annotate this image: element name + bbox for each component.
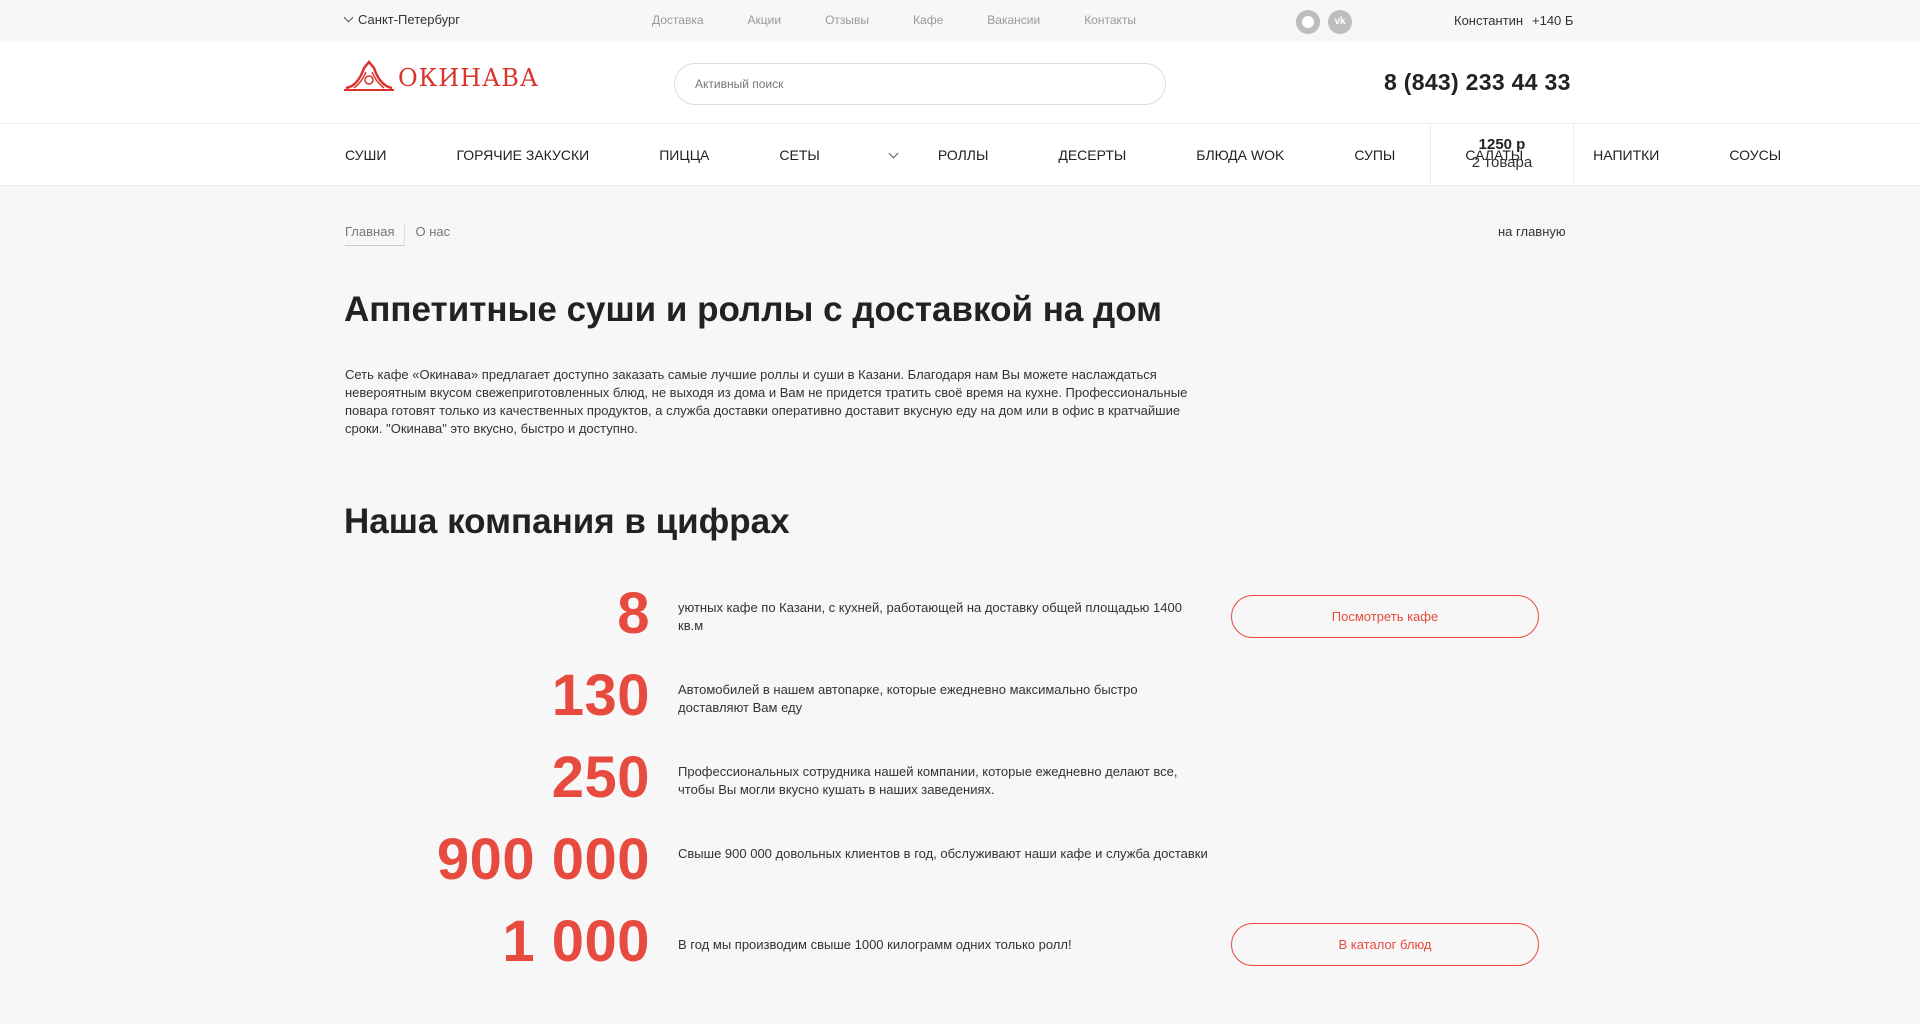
social-links: vk bbox=[1296, 10, 1352, 34]
header: ОКИНАВА 8 (843) 233 44 33 bbox=[0, 42, 1920, 124]
logo[interactable]: ОКИНАВА bbox=[344, 60, 539, 92]
category-label: ГОРЯЧИЕ ЗАКУСКИ bbox=[456, 147, 590, 163]
stat-text-staff: Профессиональных сотрудника нашей компан… bbox=[678, 764, 1178, 797]
category-nav: СУШИ ГОРЯЧИЕ ЗАКУСКИ ПИЦЦА СЕТЫ РОЛЛЫ ДЕ… bbox=[0, 124, 1920, 186]
stat-number-rolls: 1 000 bbox=[502, 909, 650, 974]
category-sets[interactable]: СЕТЫ bbox=[779, 147, 854, 163]
top-nav: Доставка Акции Отзывы Кафе Вакансии Конт… bbox=[652, 13, 1180, 27]
breadcrumb-current: О нас bbox=[415, 224, 451, 239]
top-bar: Санкт-Петербург Доставка Акции Отзывы Ка… bbox=[0, 0, 1920, 42]
pagoda-roof-icon bbox=[344, 60, 394, 91]
category-label: ПИЦЦА bbox=[659, 147, 710, 163]
logo-text: ОКИНАВА bbox=[398, 64, 540, 92]
cart-sum: 1250 р bbox=[1478, 136, 1526, 153]
search-input[interactable] bbox=[674, 63, 1166, 105]
chevron-down-icon bbox=[343, 12, 354, 23]
category-label: СУПЫ bbox=[1354, 147, 1396, 163]
breadcrumb-home[interactable]: Главная bbox=[345, 224, 406, 246]
phone-number[interactable]: 8 (843) 233 44 33 bbox=[1384, 69, 1571, 96]
stat-text-clients: Свыше 900 000 довольных клиентов в год, … bbox=[678, 846, 1208, 861]
category-label: БЛЮДА WOK bbox=[1196, 147, 1285, 163]
top-nav-contacts[interactable]: Контакты bbox=[1084, 13, 1136, 27]
stat-number-staff: 250 bbox=[551, 745, 650, 810]
top-nav-cafe[interactable]: Кафе bbox=[913, 13, 943, 27]
top-nav-promotions[interactable]: Акции bbox=[748, 13, 782, 27]
cart-widget[interactable]: 1250 р 2 товара bbox=[1430, 124, 1574, 186]
category-sushi[interactable]: СУШИ bbox=[345, 147, 421, 163]
user-name[interactable]: Константин bbox=[1454, 13, 1523, 28]
category-label: СОУСЫ bbox=[1729, 147, 1782, 163]
chevron-down-icon bbox=[888, 148, 899, 158]
category-wok[interactable]: БЛЮДА WOK bbox=[1196, 147, 1319, 163]
stats-title: Наша компания в цифрах bbox=[344, 502, 790, 541]
top-nav-reviews[interactable]: Отзывы bbox=[825, 13, 869, 27]
page-title: Аппетитные суши и роллы с доставкой на д… bbox=[344, 290, 1163, 329]
stat-number-cars: 130 bbox=[551, 663, 650, 728]
vk-icon[interactable]: vk bbox=[1328, 10, 1352, 34]
category-label: СУШИ bbox=[345, 147, 387, 163]
breadcrumb: Главная О нас bbox=[345, 224, 450, 246]
category-label: РОЛЛЫ bbox=[937, 147, 989, 163]
stat-text-cars: Автомобилей в нашем автопарке, которые е… bbox=[678, 682, 1138, 715]
catalog-button[interactable]: В каталог блюд bbox=[1231, 923, 1539, 966]
category-rolls[interactable]: РОЛЛЫ bbox=[888, 147, 1024, 163]
category-pizza[interactable]: ПИЦЦА bbox=[659, 147, 744, 163]
stat-text-rolls: В год мы производим свыше 1000 килограмм… bbox=[678, 937, 1072, 952]
category-label: НАПИТКИ bbox=[1593, 147, 1660, 163]
category-sauces[interactable]: СОУСЫ bbox=[1729, 147, 1816, 163]
city-selector[interactable]: Санкт-Петербург bbox=[343, 12, 460, 27]
category-drinks[interactable]: НАПИТКИ bbox=[1593, 147, 1694, 163]
category-label: СЕТЫ bbox=[779, 147, 820, 163]
stat-number-cafes: 8 bbox=[617, 581, 650, 646]
category-label: ДЕСЕРТЫ bbox=[1058, 147, 1127, 163]
bonus-balance: +140 Б bbox=[1532, 13, 1574, 28]
stat-number-clients: 900 000 bbox=[436, 827, 650, 892]
ok-icon[interactable] bbox=[1296, 10, 1320, 34]
cart-count: 2 товара bbox=[1471, 154, 1533, 171]
stat-text-cafes: уютных кафе по Казани, с кухней, работаю… bbox=[678, 600, 1182, 633]
top-nav-delivery[interactable]: Доставка bbox=[652, 13, 704, 27]
top-nav-vacancies[interactable]: Вакансии bbox=[987, 13, 1040, 27]
city-label: Санкт-Петербург bbox=[358, 12, 460, 27]
intro-text: Сеть кафе «Окинава» предлагает доступно … bbox=[345, 367, 1188, 436]
category-desserts[interactable]: ДЕСЕРТЫ bbox=[1058, 147, 1161, 163]
category-list: СУШИ ГОРЯЧИЕ ЗАКУСКИ ПИЦЦА СЕТЫ РОЛЛЫ ДЕ… bbox=[345, 147, 1851, 163]
back-to-home-link[interactable]: на главную bbox=[1498, 224, 1566, 239]
category-hot-snacks[interactable]: ГОРЯЧИЕ ЗАКУСКИ bbox=[456, 147, 624, 163]
category-soups[interactable]: СУПЫ bbox=[1354, 147, 1430, 163]
view-cafes-button[interactable]: Посмотреть кафе bbox=[1231, 595, 1539, 638]
